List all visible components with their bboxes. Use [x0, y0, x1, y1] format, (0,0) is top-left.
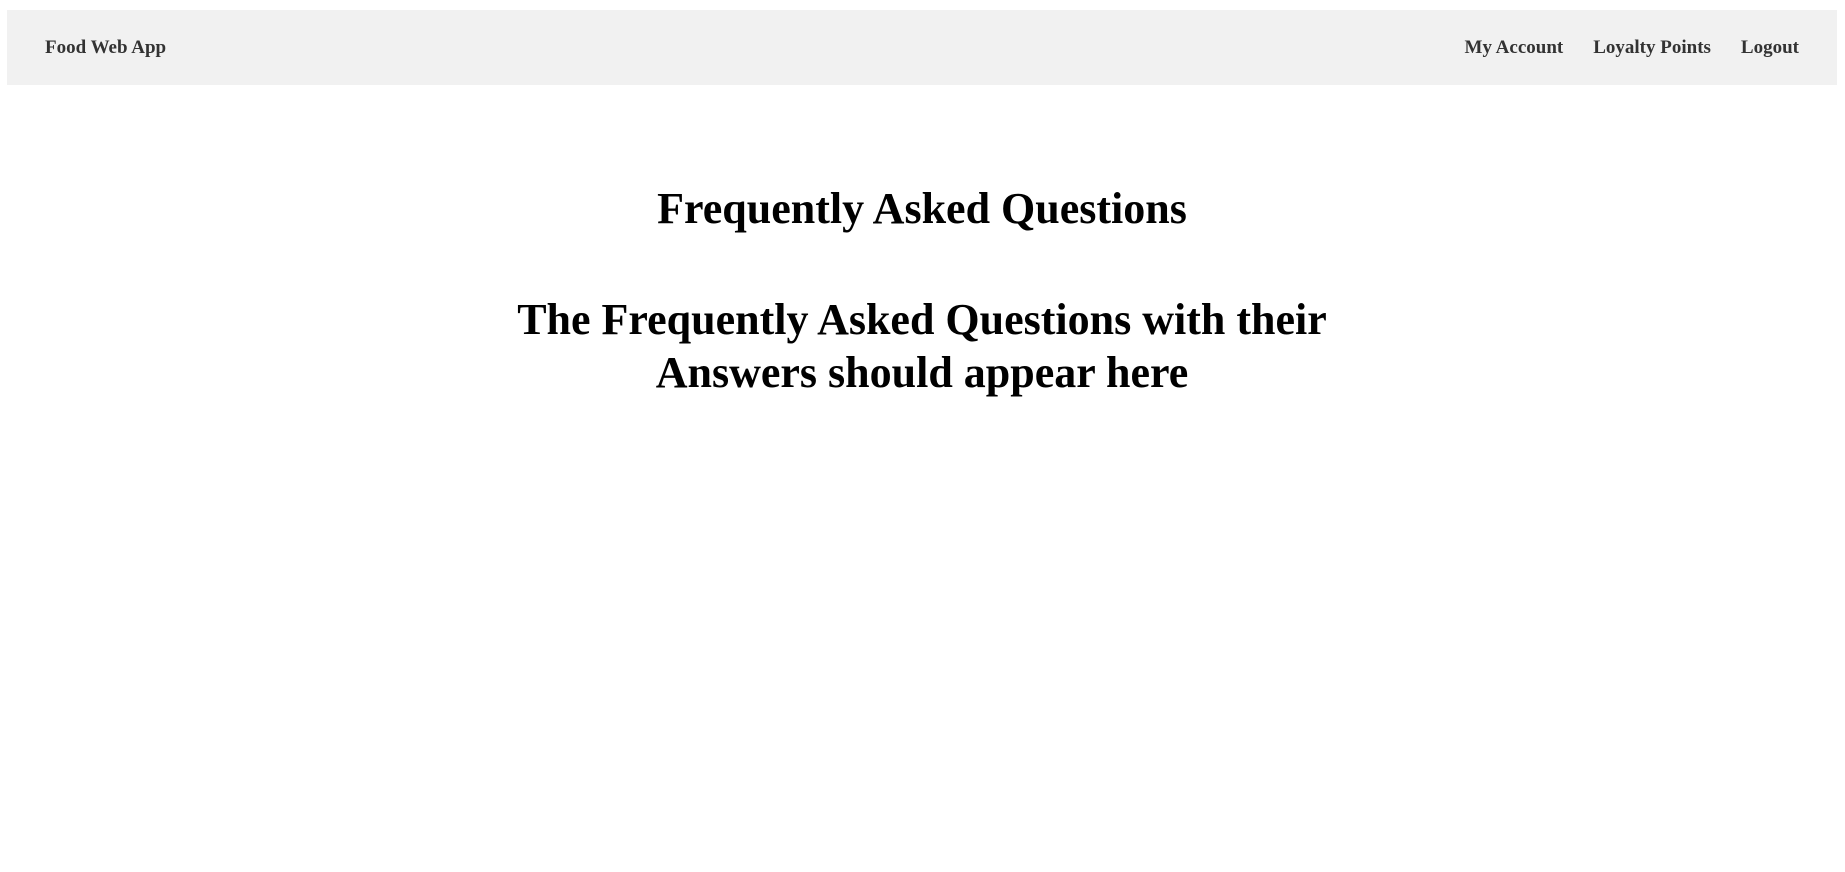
brand-link[interactable]: Food Web App [45, 37, 166, 59]
main-content: Frequently Asked Questions The Frequentl… [7, 85, 1837, 399]
page: Food Web App My Account Loyalty Points L… [0, 0, 1845, 872]
top-navbar: Food Web App My Account Loyalty Points L… [7, 10, 1837, 85]
nav-link-loyalty-points[interactable]: Loyalty Points [1593, 37, 1711, 59]
nav-links: My Account Loyalty Points Logout [1465, 37, 1799, 59]
page-title: Frequently Asked Questions [657, 184, 1187, 233]
nav-link-logout[interactable]: Logout [1741, 37, 1799, 59]
nav-link-my-account[interactable]: My Account [1465, 37, 1564, 59]
faq-placeholder-text: The Frequently Asked Questions with thei… [517, 295, 1327, 397]
